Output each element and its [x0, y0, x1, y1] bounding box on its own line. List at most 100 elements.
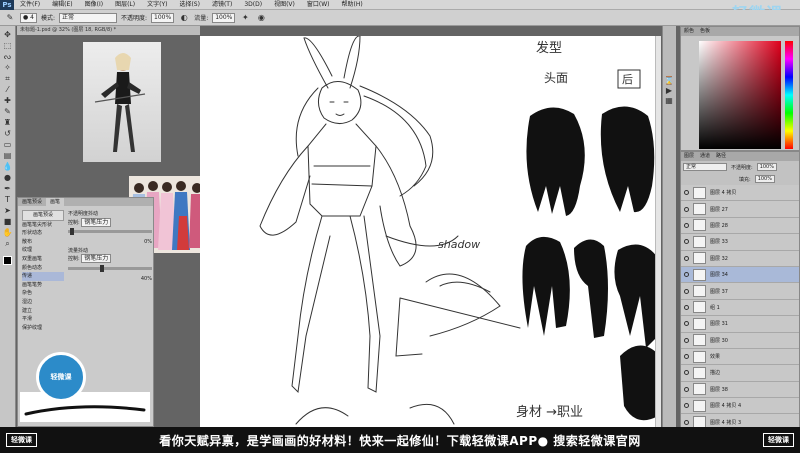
- healing-brush-icon[interactable]: ✚: [2, 96, 14, 106]
- pen-tool-icon[interactable]: ✒: [2, 184, 14, 194]
- brush-setting-item[interactable]: 画笔笔尖形状: [22, 221, 64, 230]
- layer-row[interactable]: 描边: [681, 365, 799, 382]
- shape-tool-icon[interactable]: ■: [2, 217, 14, 227]
- slider-handle[interactable]: [70, 228, 74, 236]
- visibility-eye-icon[interactable]: [684, 304, 689, 310]
- brush-setting-item[interactable]: 平滑: [22, 315, 64, 324]
- layer-row[interactable]: 效果: [681, 348, 799, 366]
- hue-slider[interactable]: [785, 41, 793, 149]
- brush-setting-item[interactable]: 画笔笔势: [22, 281, 64, 290]
- menu-layer[interactable]: 图层(L): [109, 0, 141, 10]
- layer-row[interactable]: 图层 27: [681, 201, 799, 218]
- menu-window[interactable]: 窗口(W): [301, 0, 336, 10]
- menu-type[interactable]: 文字(Y): [141, 0, 173, 10]
- tab-layers[interactable]: 图层: [681, 152, 697, 161]
- zoom-tool-icon[interactable]: ⌕: [2, 239, 14, 249]
- brush-presets-button[interactable]: 画笔预设: [22, 210, 64, 221]
- document-tab[interactable]: 未标题-1.psd @ 32% (图层 18, RGB/8) *: [17, 26, 200, 35]
- layer-row[interactable]: 图层 28: [681, 217, 799, 235]
- layer-row[interactable]: 图层 37: [681, 283, 799, 300]
- visibility-eye-icon[interactable]: [684, 288, 689, 294]
- menu-help[interactable]: 帮助(H): [336, 0, 369, 10]
- tab-color[interactable]: 颜色: [681, 27, 697, 36]
- opacity-input[interactable]: 100%: [151, 12, 175, 23]
- gradient-icon[interactable]: ▤: [2, 151, 14, 161]
- mode-select[interactable]: 正常: [59, 12, 117, 23]
- visibility-eye-icon[interactable]: [684, 370, 689, 376]
- type-tool-icon[interactable]: T: [2, 195, 14, 205]
- tab-swatches[interactable]: 色板: [697, 27, 713, 36]
- pressure-opacity-icon[interactable]: ◐: [178, 13, 190, 23]
- menu-view[interactable]: 视图(V): [268, 0, 301, 10]
- blur-icon[interactable]: 💧: [2, 162, 14, 172]
- crop-tool-icon[interactable]: ⌗: [2, 74, 14, 84]
- visibility-eye-icon[interactable]: [684, 206, 689, 212]
- layer-row[interactable]: 图层 31: [681, 316, 799, 333]
- brush-setting-item[interactable]: 纹理: [22, 246, 64, 255]
- layer-row[interactable]: 图层 34: [681, 266, 799, 284]
- pressure-size-icon[interactable]: ◉: [255, 13, 267, 23]
- tab-paths[interactable]: 路径: [713, 152, 729, 161]
- foreground-color-swatch[interactable]: [3, 256, 12, 265]
- path-select-icon[interactable]: ➤: [2, 206, 14, 216]
- visibility-eye-icon[interactable]: [684, 337, 689, 343]
- move-tool-icon[interactable]: ✥: [2, 30, 14, 40]
- layer-fill-input[interactable]: 100%: [754, 175, 775, 183]
- brush-setting-item-selected[interactable]: 传递: [22, 272, 64, 281]
- actions-icon[interactable]: ▶: [663, 86, 675, 96]
- brush-setting-item[interactable]: 双重画笔: [22, 255, 64, 264]
- menu-file[interactable]: 文件(F): [14, 0, 46, 10]
- brush-setting-item[interactable]: 湿边: [22, 298, 64, 307]
- control-select[interactable]: 钢笔压力: [81, 217, 112, 227]
- flow-input[interactable]: 100%: [212, 12, 236, 23]
- visibility-eye-icon[interactable]: [684, 354, 689, 360]
- brush-size-picker[interactable]: ● 4: [20, 12, 37, 23]
- visibility-eye-icon[interactable]: [684, 386, 689, 392]
- visibility-eye-icon[interactable]: [684, 403, 689, 409]
- hand-tool-icon[interactable]: ✋: [2, 228, 14, 238]
- brush-setting-item[interactable]: 杂色: [22, 289, 64, 298]
- menu-select[interactable]: 选择(S): [173, 0, 206, 10]
- layer-opacity-input[interactable]: 100%: [756, 163, 777, 171]
- layer-row[interactable]: 图层 38: [681, 381, 799, 399]
- menu-3d[interactable]: 3D(D): [238, 0, 268, 10]
- layer-row[interactable]: 组 1: [681, 299, 799, 317]
- tab-channels[interactable]: 通道: [697, 152, 713, 161]
- magic-wand-icon[interactable]: ✧: [2, 63, 14, 73]
- lasso-tool-icon[interactable]: ᔓ: [2, 52, 14, 62]
- visibility-eye-icon[interactable]: [684, 255, 689, 261]
- menu-image[interactable]: 图像(I): [79, 0, 109, 10]
- tab-brush[interactable]: 画笔: [46, 198, 65, 206]
- brush-icon[interactable]: ✎: [2, 107, 14, 117]
- brush-tool-icon[interactable]: ✎: [4, 13, 16, 23]
- control-select[interactable]: 钢笔压力: [81, 254, 112, 264]
- slider-handle[interactable]: [100, 264, 104, 272]
- layer-row[interactable]: 图层 30: [681, 332, 799, 349]
- airbrush-icon[interactable]: ✦: [239, 13, 251, 23]
- brush-setting-item[interactable]: 散布: [22, 238, 64, 247]
- tab-brush-presets[interactable]: 画笔预设: [18, 198, 46, 206]
- eyedropper-icon[interactable]: ⁄: [2, 85, 14, 95]
- opacity-jitter-slider[interactable]: [68, 228, 152, 236]
- layer-row[interactable]: 图层 33: [681, 234, 799, 251]
- history-icon[interactable]: ⌛: [663, 76, 675, 86]
- visibility-eye-icon[interactable]: [684, 239, 689, 245]
- color-picker-field[interactable]: [699, 41, 781, 149]
- visibility-eye-icon[interactable]: [684, 321, 689, 327]
- marquee-tool-icon[interactable]: ⬚: [2, 41, 14, 51]
- swatches-icon[interactable]: ▦: [663, 96, 675, 106]
- drawing-canvas[interactable]: 发型 头面 后 身材 →职业 shadow: [200, 35, 658, 427]
- history-brush-icon[interactable]: ↺: [2, 129, 14, 139]
- visibility-eye-icon[interactable]: [684, 222, 689, 228]
- layer-row[interactable]: 图层 4 拷贝 4: [681, 398, 799, 415]
- eraser-icon[interactable]: ▭: [2, 140, 14, 150]
- canvas-scrollbar[interactable]: [655, 36, 661, 427]
- brush-setting-item[interactable]: 颜色动态: [22, 264, 64, 273]
- visibility-eye-icon[interactable]: [684, 190, 689, 196]
- layer-row[interactable]: 图层 4 拷贝: [681, 185, 799, 202]
- layer-row[interactable]: 图层 32: [681, 250, 799, 267]
- brush-setting-item[interactable]: 保护纹理: [22, 324, 64, 333]
- visibility-eye-icon[interactable]: [684, 419, 689, 425]
- stamp-icon[interactable]: ♜: [2, 118, 14, 128]
- menu-filter[interactable]: 滤镜(T): [206, 0, 238, 10]
